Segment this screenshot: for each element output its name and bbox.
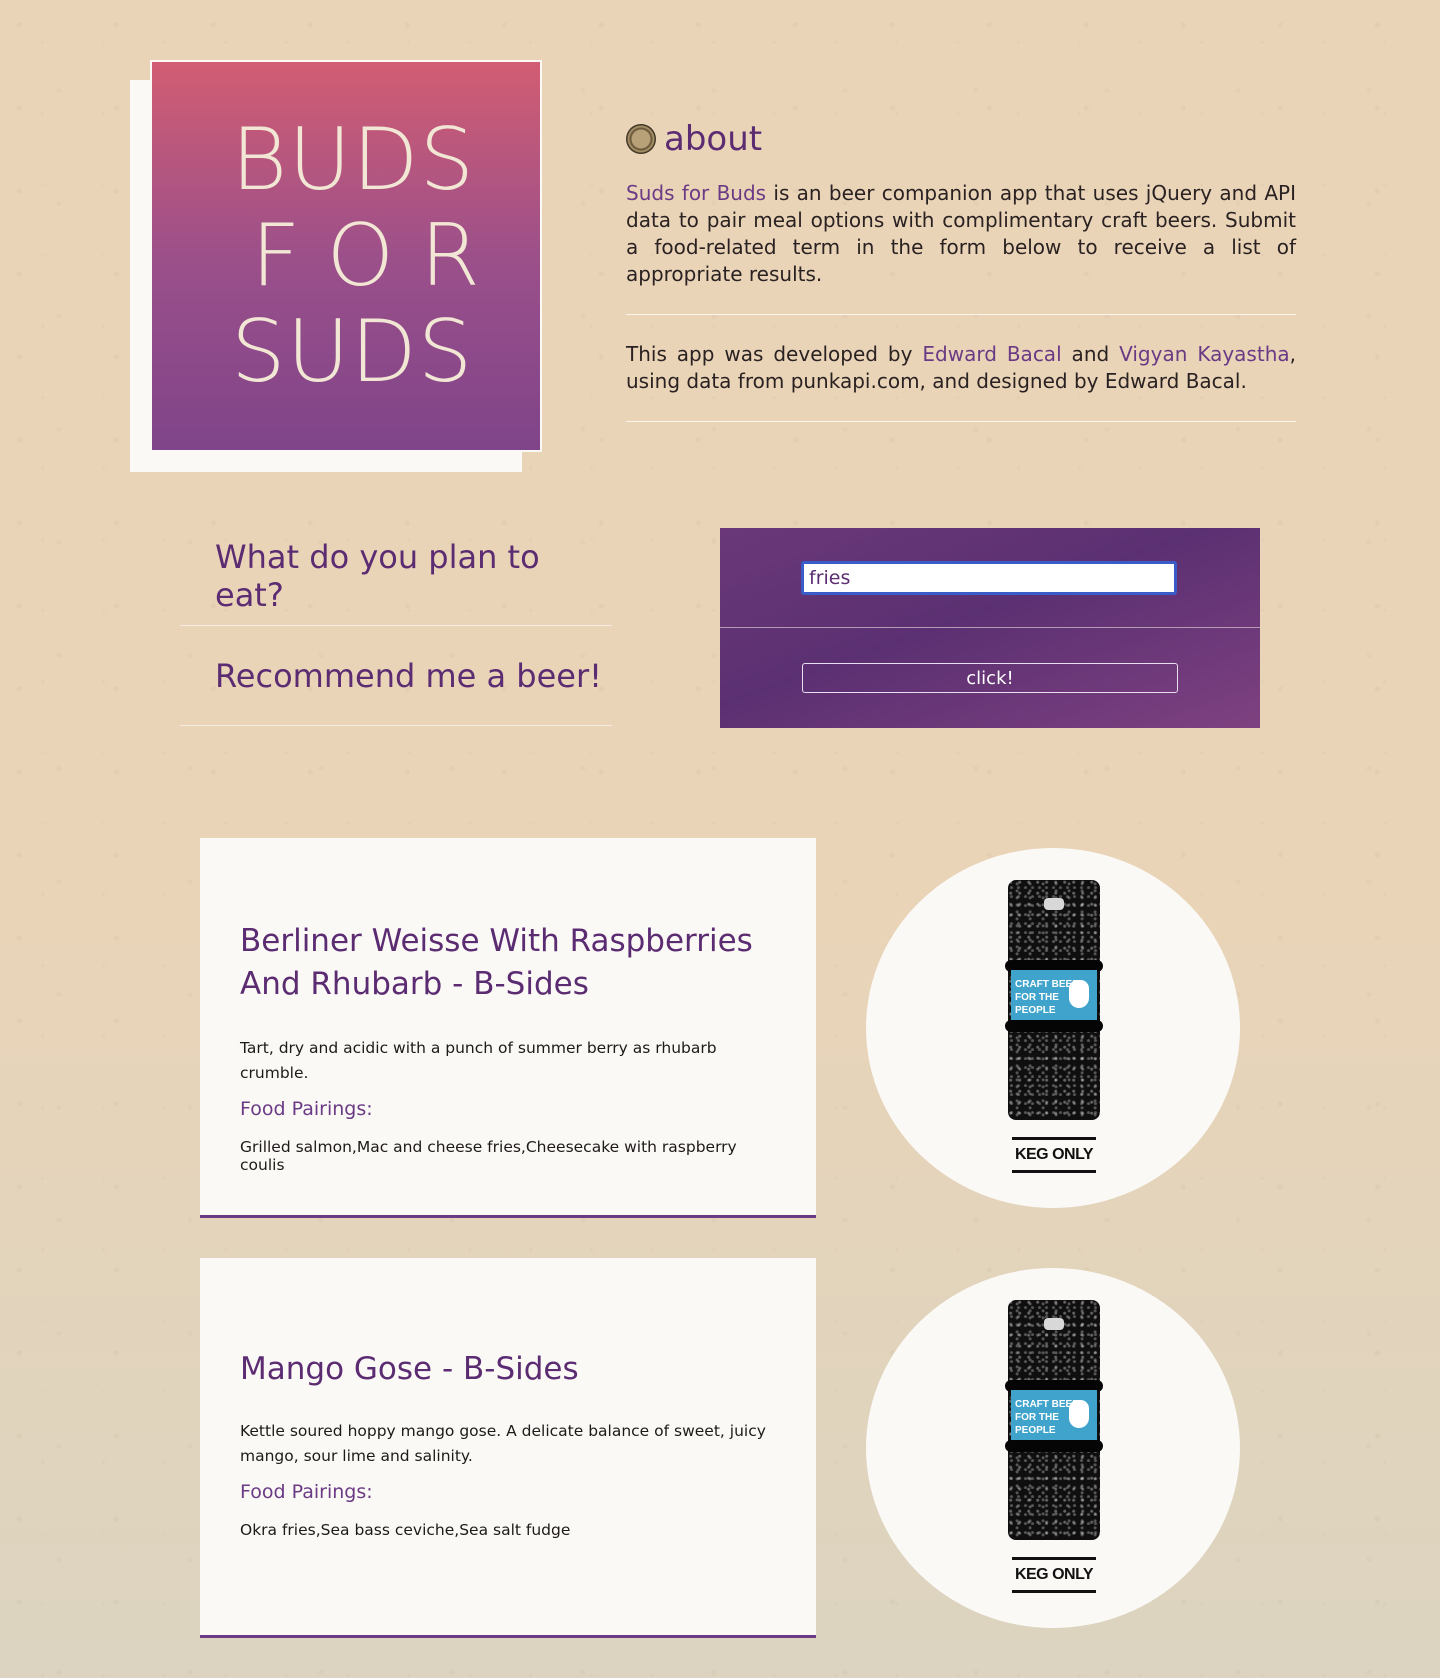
keg-ring (1005, 1440, 1103, 1452)
food-pairings-label: Food Pairings: (240, 1481, 373, 1503)
author-link-vigyan[interactable]: Vigyan Kayastha (1119, 342, 1290, 366)
keg-label: CRAFT BEER FOR THE PEOPLE (1011, 1390, 1097, 1442)
food-question-label: What do you plan to eat? (180, 526, 612, 626)
recommend-label: Recommend me a beer! (180, 626, 612, 726)
beer-name: Berliner Weisse With Raspberries And Rhu… (240, 923, 753, 1002)
about-heading: about (626, 116, 1296, 162)
about-credits: This app was developed by Edward Bacal a… (626, 341, 1296, 395)
keg-cap (1044, 898, 1064, 910)
logo-line-3: SUDS (231, 302, 474, 402)
result-card: Mango Gose - B-Sides Kettle soured hoppy… (200, 1258, 816, 1638)
keg-icon: CRAFT BEER FOR THE PEOPLE (1005, 880, 1103, 1120)
beer-description: Tart, dry and acidic with a punch of sum… (240, 1039, 717, 1082)
beer-image: CRAFT BEER FOR THE PEOPLE KEG ONLY (866, 848, 1240, 1208)
keg-cap (1044, 1318, 1064, 1330)
app-name-link[interactable]: Suds for Buds (626, 181, 766, 205)
credits-text-2: and (1061, 342, 1120, 366)
food-pairings: Grilled salmon,Mac and cheese fries,Chee… (240, 1138, 737, 1174)
about-section: about Suds for Buds is an beer companion… (626, 116, 1296, 422)
about-divider-1 (626, 314, 1296, 315)
about-divider-2 (626, 421, 1296, 422)
brewdog-face-icon (1069, 1400, 1089, 1428)
beer-name: Mango Gose - B-Sides (240, 1351, 579, 1387)
logo-line-1: BUDS (231, 110, 476, 210)
food-pairings: Okra fries,Sea bass ceviche,Sea salt fud… (240, 1521, 571, 1539)
keg-label: CRAFT BEER FOR THE PEOPLE (1011, 970, 1097, 1022)
result-card: Berliner Weisse With Raspberries And Rhu… (200, 838, 816, 1218)
search-form-panel: click! (720, 528, 1260, 728)
brewdog-face-icon (1069, 980, 1089, 1008)
credits-text-1: This app was developed by (626, 342, 923, 366)
bottle-cap-icon (626, 124, 656, 154)
food-pairings-label: Food Pairings: (240, 1098, 373, 1120)
keg-only-label: KEG ONLY (1012, 1557, 1096, 1593)
logo: BUDS FOR SUDS (150, 60, 542, 452)
keg-only-label: KEG ONLY (1012, 1137, 1096, 1173)
logo-line-2: FOR (251, 206, 506, 306)
keg-ring (1005, 1020, 1103, 1032)
beer-image: CRAFT BEER FOR THE PEOPLE KEG ONLY (866, 1268, 1240, 1628)
beer-description: Kettle soured hoppy mango gose. A delica… (240, 1422, 766, 1465)
form-labels: What do you plan to eat? Recommend me a … (180, 526, 612, 726)
food-search-input[interactable] (801, 561, 1177, 595)
submit-button[interactable]: click! (802, 663, 1178, 693)
author-link-edward[interactable]: Edward Bacal (922, 342, 1061, 366)
about-title: about (664, 119, 763, 159)
about-description: Suds for Buds is an beer companion app t… (626, 180, 1296, 288)
keg-icon: CRAFT BEER FOR THE PEOPLE (1005, 1300, 1103, 1540)
form-panel-divider (720, 627, 1260, 628)
